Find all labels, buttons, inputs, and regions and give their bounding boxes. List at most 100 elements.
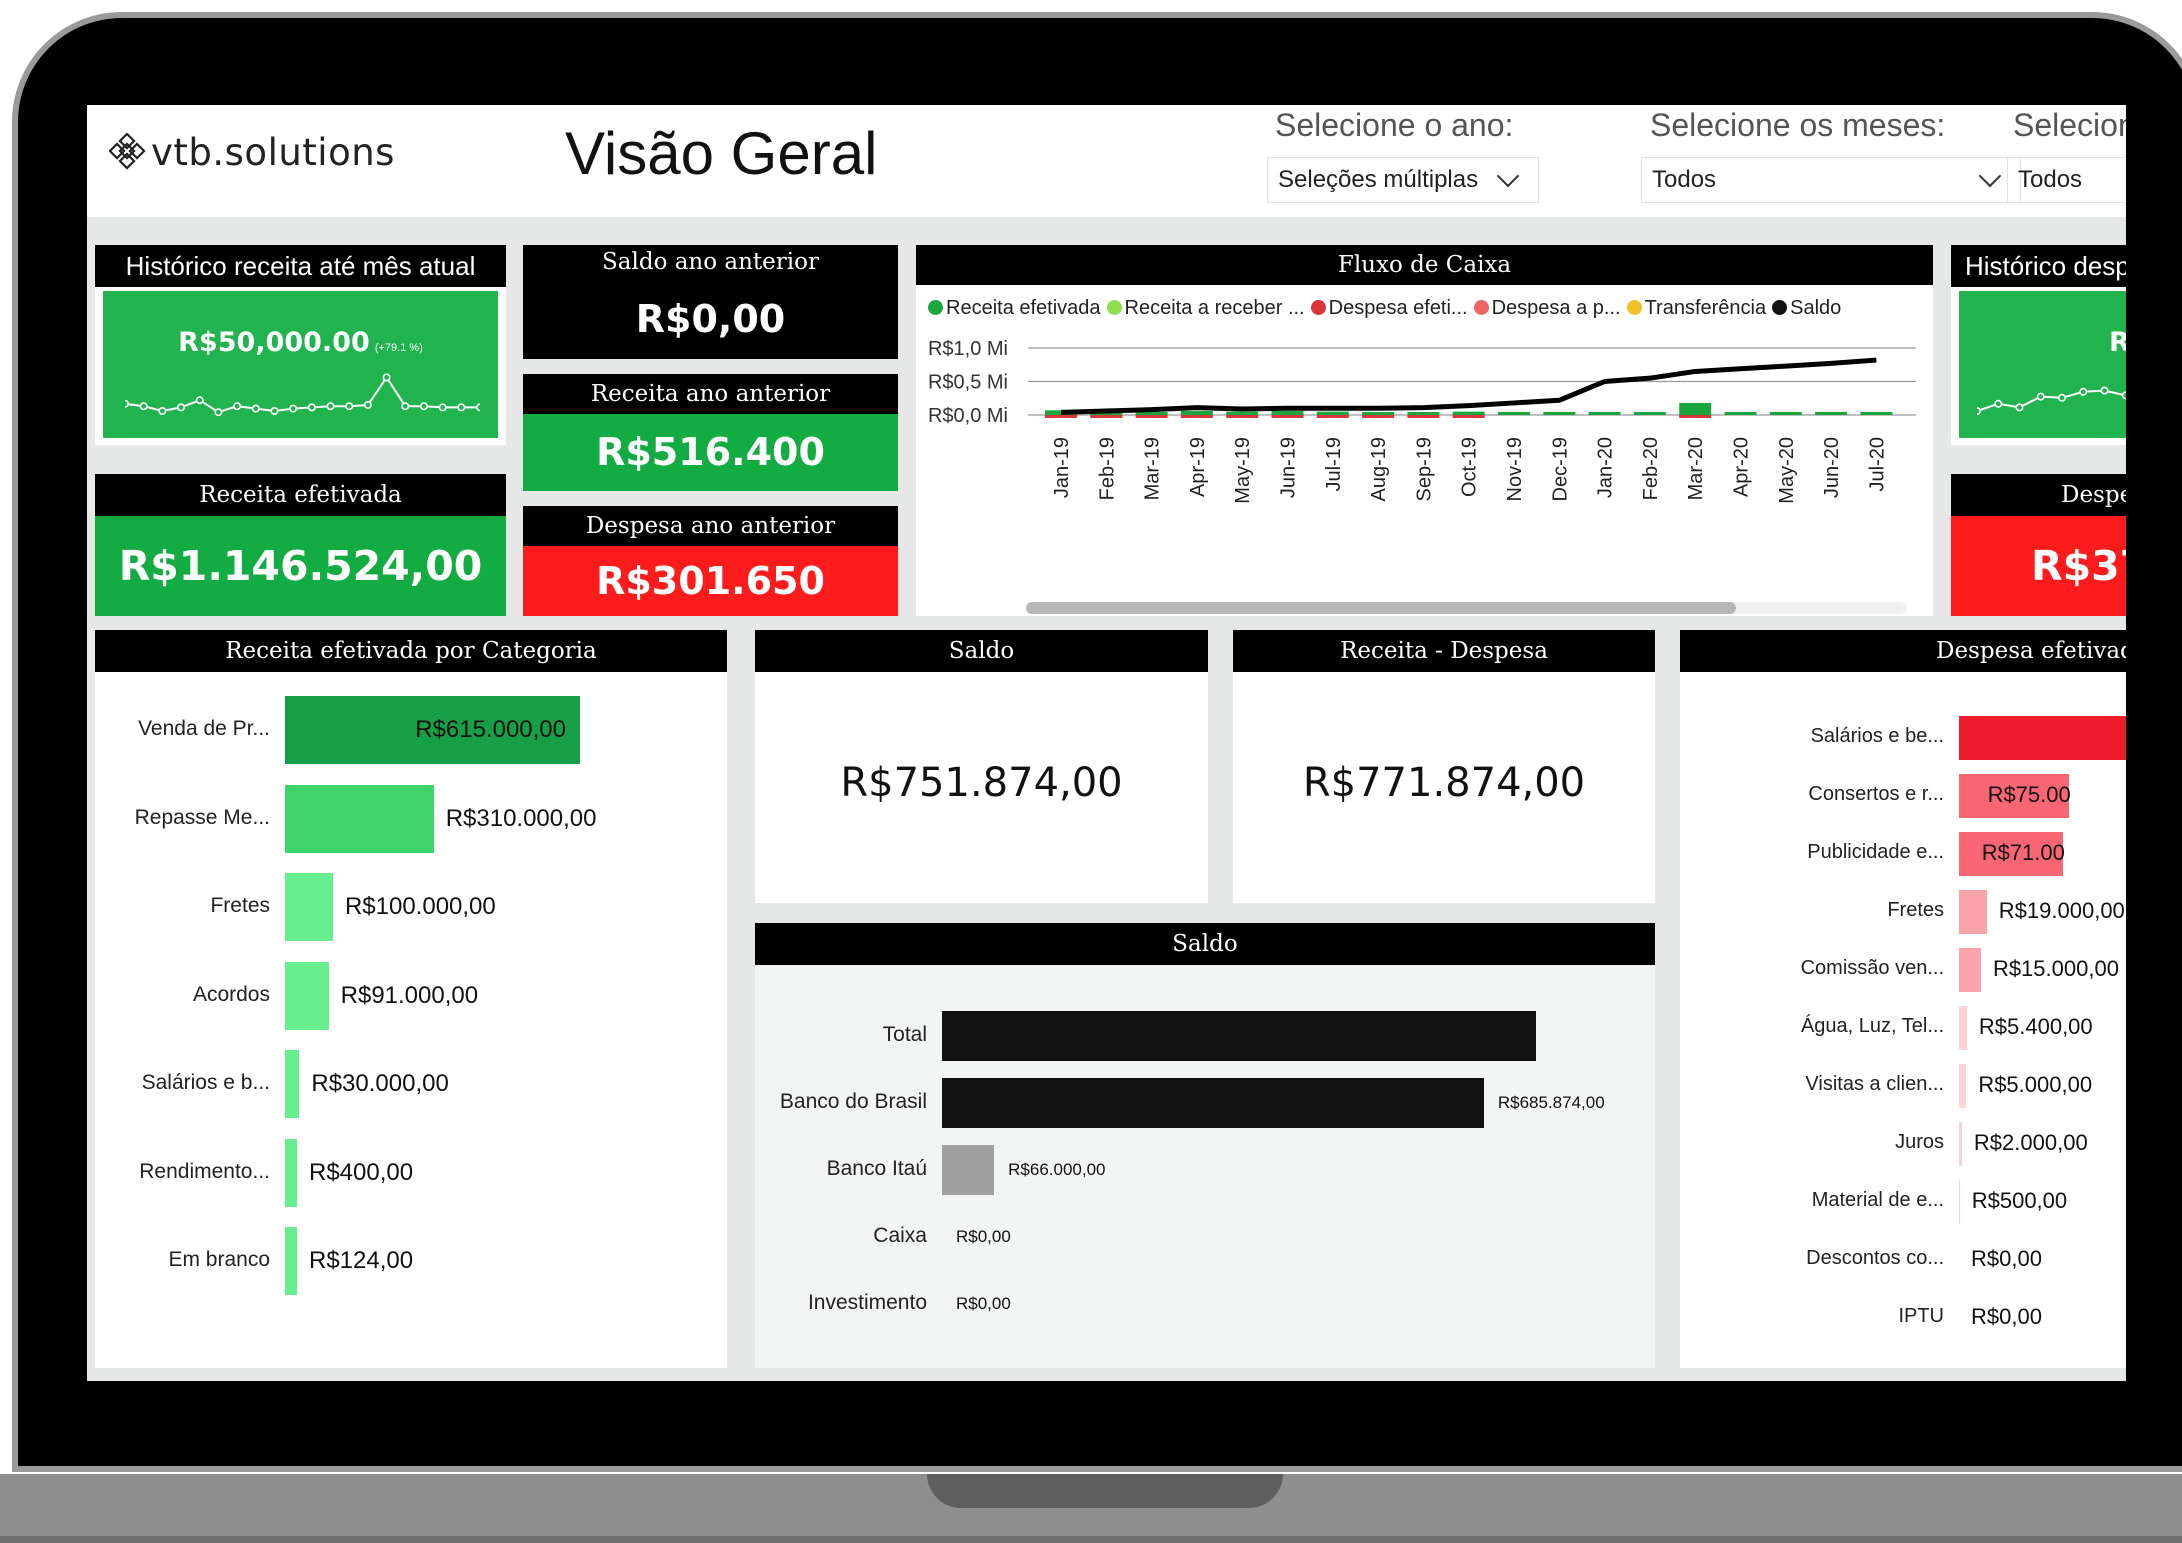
slicer-third-dropdown[interactable]: Todos [2007, 157, 2126, 203]
sparkline-despesa-point [2015, 403, 2024, 412]
account-bar[interactable] [942, 1078, 1484, 1128]
category-bar[interactable] [285, 1138, 297, 1207]
bar-despesa-efetivada[interactable] [1271, 415, 1304, 418]
sparkline-receita-point [457, 403, 466, 412]
kpi-historico-receita-value: R$50,000.00 [178, 327, 370, 358]
legend-item[interactable]: Saldo [1772, 297, 1841, 319]
legend-label: Saldo [1790, 297, 1842, 319]
bar-receita-efetivada[interactable] [1769, 412, 1802, 415]
sparkline-receita-point [125, 399, 129, 408]
bar-receita-efetivada[interactable] [1271, 410, 1304, 415]
bar-receita-efetivada[interactable] [1452, 411, 1485, 415]
bar-receita-efetivada[interactable] [1543, 412, 1576, 415]
bar-receita-efetivada[interactable] [1180, 410, 1213, 415]
saldo-line [1060, 357, 1877, 415]
bar-receita-efetivada[interactable] [1588, 412, 1621, 415]
bar-despesa-efetivada[interactable] [1407, 415, 1440, 418]
bar-despesa-efetivada[interactable] [1180, 415, 1213, 418]
chevron-down-icon [1978, 164, 2002, 188]
page-title: Visão Geral [565, 120, 878, 187]
legend-item[interactable]: Transferência [1626, 297, 1766, 319]
category-bar[interactable] [1959, 716, 2126, 760]
legend-item[interactable]: Despesa a p... [1473, 297, 1621, 319]
tile-receita-efetivada: Receita efetivada R$1.146.524,00 [95, 474, 506, 616]
category-bar[interactable] [1959, 1122, 1962, 1166]
account-label: Total [882, 1023, 927, 1046]
sparkline-receita-point [438, 403, 447, 412]
category-label: Em branco [168, 1248, 270, 1271]
tile-historico-receita-title: Histórico receita até mês atual [95, 245, 506, 287]
sparkline-despesa-point [1977, 407, 1981, 415]
tile-fluxo-de-caixa-title: Fluxo de Caixa [916, 245, 1933, 285]
tile-despesa-por-categoria: Despesa efetivada por Cat Salários e be.… [1680, 630, 2126, 1368]
bar-despesa-efetivada[interactable] [1362, 415, 1395, 418]
sparkline-despesa-point [2036, 392, 2045, 401]
bar-receita-efetivada[interactable] [1316, 411, 1349, 415]
category-bar[interactable] [1959, 1006, 1967, 1050]
category-bar[interactable] [1959, 1064, 1967, 1108]
bar-receita-efetivada[interactable] [1724, 412, 1757, 415]
tile-despesa-efetivada: Despe R$37 [1951, 474, 2126, 616]
bar-receita-efetivada[interactable] [1633, 412, 1666, 415]
category-label: Fretes [210, 894, 270, 917]
bar-value-label: R$685.874,00 [1497, 1093, 1605, 1112]
x-tick-label: Jan-20 [1595, 437, 1617, 498]
bar-value-label: R$615.000,00 [415, 716, 566, 743]
category-label: Material de e... [1811, 1189, 1944, 1211]
legend-item[interactable]: Receita a receber ... [1106, 297, 1305, 319]
kpi-saldo-value: R$751.874,00 [840, 760, 1123, 806]
legend-item[interactable]: Despesa efeti... [1310, 297, 1468, 319]
bar-receita-efetivada[interactable] [1362, 412, 1395, 415]
sparkline-receita-point [158, 406, 167, 415]
bar-receita-efetivada[interactable] [1860, 412, 1893, 415]
category-label: Publicidade e... [1807, 841, 1944, 863]
legend-label: Receita a receber ... [1124, 297, 1305, 319]
bar-despesa-efetivada[interactable] [1090, 415, 1123, 418]
sparkline-receita-point [195, 396, 204, 405]
category-bar[interactable] [1959, 890, 1987, 934]
kpi-receita-despesa-value: R$771.874,00 [1302, 760, 1586, 806]
slicer-year-value: Seleções múltiplas [1278, 166, 1479, 193]
bar-receita-efetivada[interactable] [1679, 402, 1712, 415]
sparkline-receita-point [401, 402, 410, 411]
bar-receita-efetivada[interactable] [1498, 412, 1530, 415]
tile-historico-despesa: Histórico desp R [1951, 245, 2126, 445]
account-label: Caixa [873, 1224, 927, 1247]
chevron-down-icon [1496, 164, 1520, 188]
legend-item[interactable]: Receita efetivada [928, 297, 1101, 319]
scrollbar-thumb[interactable] [1026, 602, 1736, 614]
bar-despesa-efetivada[interactable] [1316, 415, 1349, 418]
bar-despesa-efetivada[interactable] [1679, 415, 1712, 418]
category-bar[interactable] [1959, 1180, 1960, 1224]
category-bar[interactable] [285, 784, 434, 853]
tile-saldo-por-conta: Saldo Total Banco do Brasil R$685.874,00 Ba… [755, 923, 1655, 1368]
category-bar[interactable] [285, 961, 329, 1030]
category-bar[interactable] [285, 873, 333, 941]
category-bar[interactable] [285, 1227, 297, 1295]
x-tick-label: Jun-20 [1821, 437, 1843, 498]
bar-value-label: R$75.00 [1987, 782, 2071, 807]
legend-dot-icon [1310, 300, 1326, 315]
tile-despesa-efetivada-title: Despe [1951, 474, 2126, 516]
slicer-year-dropdown[interactable]: Seleções múltiplas [1267, 157, 1539, 203]
tile-saldo-title: Saldo [755, 630, 1208, 672]
bar-despesa-efetivada[interactable] [1045, 415, 1077, 418]
account-bar[interactable] [942, 1145, 995, 1195]
bar-despesa-efetivada[interactable] [1452, 415, 1485, 418]
sparkline-despesa [1977, 386, 2126, 415]
category-label: IPTU [1898, 1305, 1944, 1327]
sparkline-receita-point [214, 408, 223, 417]
x-tick-label: May-20 [1776, 437, 1798, 504]
bar-receita-efetivada[interactable] [1815, 412, 1848, 415]
category-bar[interactable] [285, 1050, 300, 1118]
bar-despesa-efetivada[interactable] [1226, 415, 1259, 418]
legend-label: Receita efetivada [946, 297, 1101, 319]
bar-receita-efetivada[interactable] [1407, 412, 1440, 415]
account-bar[interactable] [942, 1011, 1536, 1061]
kpi-receita-ano-anterior-value: R$516.400 [596, 430, 825, 474]
x-tick-label: Mar-20 [1685, 437, 1707, 500]
bar-receita-efetivada[interactable] [1226, 411, 1259, 415]
category-bar[interactable] [1959, 948, 1981, 992]
slicer-month-dropdown[interactable]: Todos [1641, 157, 2021, 203]
bar-despesa-efetivada[interactable] [1135, 415, 1168, 418]
